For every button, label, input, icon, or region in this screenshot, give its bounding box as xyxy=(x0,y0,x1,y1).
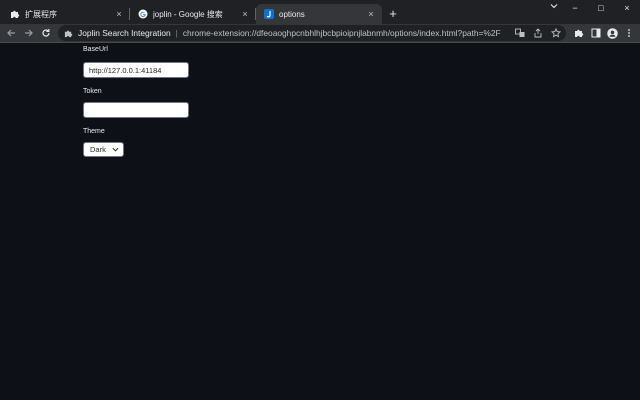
close-window-button[interactable]: × xyxy=(614,0,640,16)
puzzle-icon xyxy=(10,9,20,19)
browser-window: 扩展程序 × joplin - Google 搜索 × options × + … xyxy=(0,0,640,400)
new-tab-button[interactable]: + xyxy=(386,7,400,21)
minimize-button[interactable]: − xyxy=(562,0,588,16)
extensions-puzzle-icon[interactable] xyxy=(573,27,585,39)
baseurl-label: BaseUrl xyxy=(83,46,108,53)
translate-icon[interactable] xyxy=(514,27,526,39)
tab-extensions[interactable]: 扩展程序 × xyxy=(2,4,130,24)
maximize-button[interactable]: □ xyxy=(588,0,614,16)
close-tab-icon[interactable]: × xyxy=(366,9,376,19)
tab-search-chevron-icon[interactable] xyxy=(548,2,560,14)
tab-title: 扩展程序 xyxy=(25,9,57,19)
reload-icon xyxy=(42,29,50,37)
tab-options[interactable]: options × xyxy=(256,4,382,24)
token-label: Token xyxy=(83,88,102,95)
tab-title: joplin - Google 搜索 xyxy=(153,9,223,19)
tab-title: options xyxy=(279,9,305,19)
profile-avatar-icon[interactable] xyxy=(606,27,618,39)
reload-button[interactable] xyxy=(39,26,53,40)
tab-google-search[interactable]: joplin - Google 搜索 × xyxy=(130,4,256,24)
browser-toolbar: Joplin Search Integration | chrome-exten… xyxy=(0,24,640,43)
close-tab-icon[interactable]: × xyxy=(114,9,124,19)
tab-strip: 扩展程序 × joplin - Google 搜索 × options × + … xyxy=(0,0,640,24)
token-input[interactable] xyxy=(83,102,189,118)
joplin-icon xyxy=(264,9,274,19)
share-icon[interactable] xyxy=(532,27,544,39)
chevron-down-icon xyxy=(111,146,119,154)
back-arrow-icon xyxy=(7,29,15,37)
menu-kebab-icon[interactable] xyxy=(623,27,635,39)
address-separator: | xyxy=(175,28,178,38)
address-bar[interactable]: Joplin Search Integration | chrome-exten… xyxy=(58,25,566,41)
extension-puzzle-icon xyxy=(64,29,73,38)
url-text: chrome-extension://dfeoaoghpcnbhlhjbcbpi… xyxy=(182,28,501,38)
google-icon xyxy=(138,9,148,19)
side-panel-icon[interactable] xyxy=(590,27,602,39)
forward-arrow-icon xyxy=(25,29,33,37)
omnibox-actions xyxy=(514,27,562,39)
bookmark-star-icon[interactable] xyxy=(550,27,562,39)
back-button[interactable] xyxy=(4,26,18,40)
theme-selected-value: Dark xyxy=(90,145,106,154)
forward-button[interactable] xyxy=(22,26,36,40)
theme-select[interactable]: Dark xyxy=(83,142,124,157)
window-controls: − □ × xyxy=(562,0,640,16)
options-page: BaseUrl Token Theme Dark xyxy=(0,43,640,400)
theme-label: Theme xyxy=(83,128,105,135)
extension-name: Joplin Search Integration xyxy=(78,28,171,38)
baseurl-input[interactable] xyxy=(83,62,189,78)
close-tab-icon[interactable]: × xyxy=(240,9,250,19)
